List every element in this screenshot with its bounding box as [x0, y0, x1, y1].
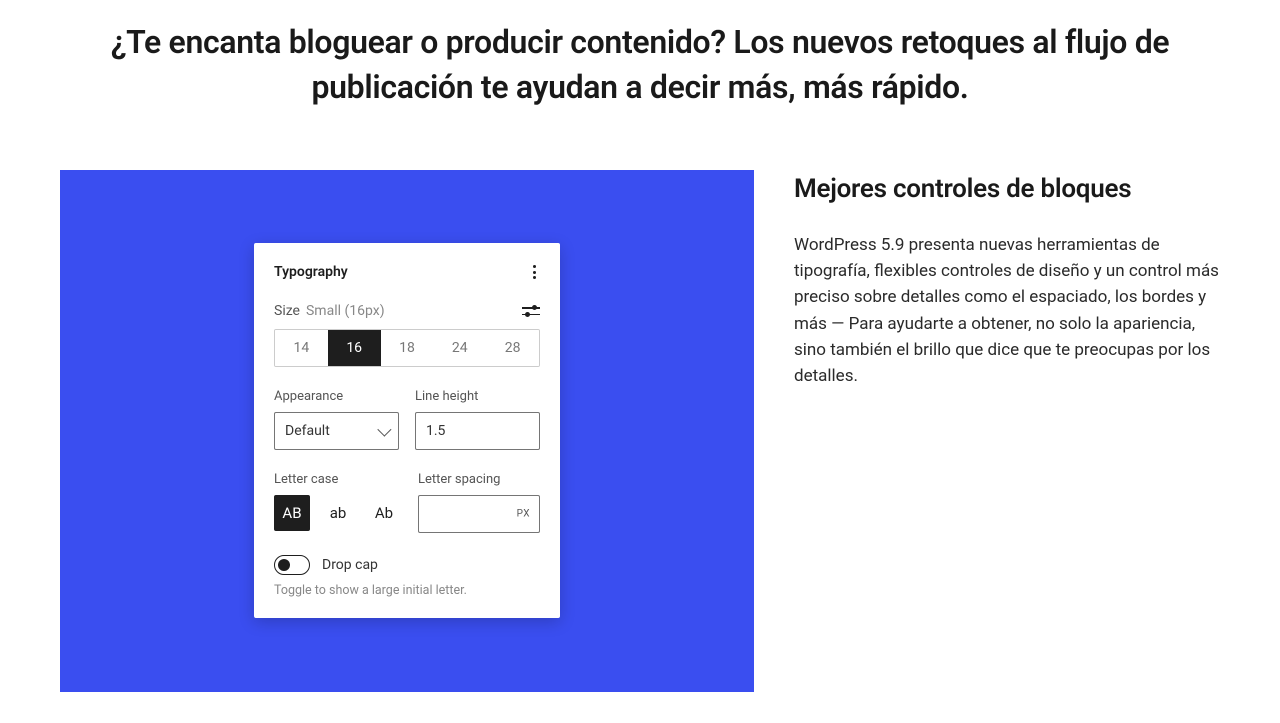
size-label: Size: [274, 303, 300, 319]
letter-spacing-label: Letter spacing: [418, 472, 540, 487]
appearance-value: Default: [285, 423, 330, 439]
letter-case-upper[interactable]: AB: [274, 495, 310, 531]
letter-case-label: Letter case: [274, 472, 402, 487]
drop-cap-toggle[interactable]: [274, 555, 310, 575]
page-headline: ¿Te encanta bloguear o producir contenid…: [90, 20, 1190, 110]
sliders-icon[interactable]: [522, 304, 540, 318]
description-title: Mejores controles de bloques: [794, 174, 1220, 204]
description-body: WordPress 5.9 presenta nuevas herramient…: [794, 232, 1220, 390]
size-option-18[interactable]: 18: [381, 330, 434, 366]
letter-spacing-unit: PX: [517, 509, 530, 520]
panel-title: Typography: [274, 264, 348, 280]
size-segmented-control: 14 16 18 24 28: [274, 329, 540, 367]
appearance-select[interactable]: Default: [274, 412, 399, 450]
chevron-down-icon: [377, 423, 391, 437]
letter-case-lower[interactable]: ab: [320, 495, 356, 531]
size-option-16[interactable]: 16: [328, 330, 381, 366]
letter-case-title[interactable]: Ab: [366, 495, 402, 531]
typography-panel: Typography Size Small (16px) 14 16 18: [254, 243, 560, 618]
line-height-input[interactable]: [415, 412, 540, 450]
appearance-label: Appearance: [274, 389, 399, 404]
size-option-14[interactable]: 14: [275, 330, 328, 366]
size-option-24[interactable]: 24: [433, 330, 486, 366]
line-height-label: Line height: [415, 389, 540, 404]
drop-cap-label: Drop cap: [322, 557, 378, 573]
illustration-panel: Typography Size Small (16px) 14 16 18: [60, 170, 754, 692]
size-option-28[interactable]: 28: [486, 330, 539, 366]
drop-cap-help: Toggle to show a large initial letter.: [274, 583, 540, 598]
more-options-icon[interactable]: [529, 261, 540, 283]
feature-description: Mejores controles de bloques WordPress 5…: [794, 170, 1220, 390]
size-current: Small (16px): [306, 303, 385, 319]
